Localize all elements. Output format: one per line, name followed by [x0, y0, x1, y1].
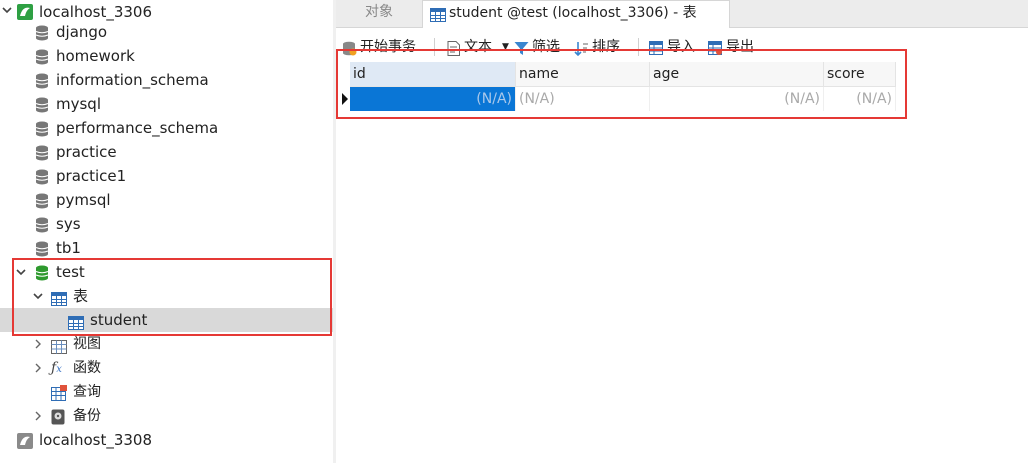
- tab-bar: 对象 student @test (localhost_3306) - 表: [336, 0, 1028, 28]
- queries-label: 查询: [73, 384, 101, 400]
- chevron-right-icon[interactable]: [33, 363, 43, 373]
- chevron-right-icon[interactable]: [33, 411, 43, 421]
- database-icon: [35, 168, 49, 185]
- db-label: performance_schema: [56, 119, 219, 137]
- tab-student-table[interactable]: student @test (localhost_3306) - 表: [422, 0, 730, 28]
- database-icon: [35, 24, 49, 41]
- table-icon: [430, 6, 446, 30]
- connection-icon: [17, 3, 33, 20]
- connection-label: localhost_3308: [39, 431, 153, 449]
- annotation-highlight-box: [12, 258, 332, 336]
- database-icon: [35, 216, 49, 233]
- db-label: tb1: [56, 239, 81, 257]
- backups-label: 备份: [73, 408, 101, 424]
- navigator-panel: localhost_3306 django homework informati…: [0, 0, 333, 463]
- database-icon: [35, 192, 49, 209]
- db-label: practice: [56, 143, 117, 161]
- db-label: practice1: [56, 167, 127, 185]
- annotation-highlight-box: [336, 49, 907, 119]
- database-icon: [35, 48, 49, 65]
- database-icon: [35, 240, 49, 257]
- db-label: homework: [56, 47, 135, 65]
- db-label: sys: [56, 215, 81, 233]
- db-label: information_schema: [56, 71, 209, 89]
- query-icon: [51, 384, 67, 401]
- chevron-right-icon[interactable]: [33, 339, 43, 349]
- database-icon: [35, 120, 49, 137]
- functions-label: 函数: [73, 360, 101, 376]
- connection-icon: [17, 432, 33, 449]
- database-icon: [35, 96, 49, 113]
- tab-objects[interactable]: 对象: [336, 0, 422, 27]
- db-label: django: [56, 23, 108, 41]
- chevron-down-icon[interactable]: [2, 5, 12, 15]
- database-icon: [35, 72, 49, 89]
- table-viewer: 对象 student @test (localhost_3306) - 表 开始…: [336, 0, 1028, 463]
- db-label: mysql: [56, 95, 101, 113]
- function-icon: ƒx: [51, 360, 62, 376]
- db-label: pymsql: [56, 191, 111, 209]
- database-icon: [35, 144, 49, 161]
- tab-label: student @test (localhost_3306) - 表: [449, 5, 697, 21]
- backup-icon: [51, 408, 65, 425]
- view-icon: [51, 337, 67, 354]
